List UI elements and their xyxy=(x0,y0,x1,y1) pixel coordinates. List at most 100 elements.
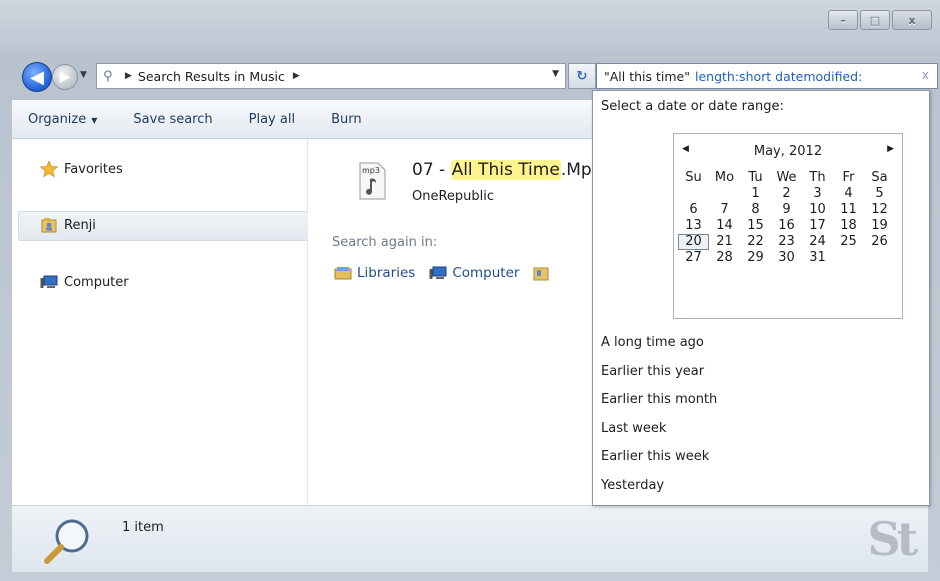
calendar-day[interactable]: 10 xyxy=(802,202,833,218)
navigation-bar: ◀ ▶ ▼ ⚲ ▶ Search Results in Music ▶ ▼ ↻ … xyxy=(12,60,938,92)
calendar-day[interactable]: 23 xyxy=(771,234,802,250)
calendar-day[interactable]: 14 xyxy=(709,218,740,234)
calendar-weekday: Tu xyxy=(748,170,763,185)
crumb-separator-icon[interactable]: ▶ xyxy=(293,71,300,81)
result-file-name[interactable]: 07 - All This Time.Mp xyxy=(412,160,592,180)
refresh-button[interactable]: ↻ xyxy=(568,63,596,89)
date-range-option[interactable]: Last week xyxy=(601,421,666,436)
date-range-option[interactable]: Yesterday xyxy=(601,478,664,493)
computer-icon xyxy=(40,274,58,290)
calendar-day[interactable]: 28 xyxy=(709,250,740,266)
calendar-day[interactable]: 24 xyxy=(802,234,833,250)
calendar-day[interactable]: 21 xyxy=(709,234,740,250)
calendar-day[interactable]: 31 xyxy=(802,250,833,266)
calendar-day[interactable]: 29 xyxy=(740,250,771,266)
search-icon: ⚲ xyxy=(103,69,113,84)
calendar-week-row: 13 14 15 16 17 18 19 xyxy=(678,218,902,234)
calendar-day[interactable]: 12 xyxy=(864,202,895,218)
calendar-week-row: 27 28 29 30 31 xyxy=(678,250,902,266)
search-again-libraries[interactable]: Libraries xyxy=(334,265,415,281)
calendar-day xyxy=(678,186,709,202)
address-crumb[interactable]: Search Results in Music xyxy=(138,69,285,84)
search-again-label: Search again in: xyxy=(332,235,438,250)
address-bar[interactable]: ⚲ ▶ Search Results in Music ▶ ▼ xyxy=(96,63,566,89)
calendar-day[interactable]: 13 xyxy=(678,218,709,234)
calendar-weekday: We xyxy=(776,170,797,185)
next-month-icon[interactable]: ▶ xyxy=(887,144,894,154)
calendar-day[interactable]: 27 xyxy=(678,250,709,266)
search-highlight: All This Time xyxy=(450,160,561,180)
calendar-day[interactable]: 2 xyxy=(771,186,802,202)
sidebar-item-favorites[interactable]: Favorites xyxy=(40,161,123,177)
calendar-day[interactable]: 3 xyxy=(802,186,833,202)
calendar-day[interactable]: 18 xyxy=(833,218,864,234)
calendar-day[interactable]: 25 xyxy=(833,234,864,250)
calendar-day[interactable]: 9 xyxy=(771,202,802,218)
watermark-logo: St xyxy=(867,512,919,566)
calendar-day[interactable]: 8 xyxy=(740,202,771,218)
calendar-weekday-row: Su Mo Tu We Th Fr Sa xyxy=(678,170,902,186)
sidebar-item-label: Renji xyxy=(64,217,96,233)
date-range-option[interactable]: A long time ago xyxy=(601,335,704,350)
calendar-day[interactable]: 22 xyxy=(740,234,771,250)
folder-icon xyxy=(533,265,549,281)
organize-button[interactable]: Organize ▼ xyxy=(12,112,119,127)
calendar-grid: Su Mo Tu We Th Fr Sa 1 2 3 4 5 6 7 8 9 10 11 12 13 14 15 16 17 1… xyxy=(678,170,902,266)
result-artist: OneRepublic xyxy=(412,189,495,204)
calendar-day-today[interactable]: 20 xyxy=(678,234,709,250)
chevron-down-icon: ▼ xyxy=(91,115,98,125)
save-search-button[interactable]: Save search xyxy=(119,112,234,127)
calendar-weekday: Mo xyxy=(714,170,735,185)
forward-button[interactable]: ▶ xyxy=(52,64,78,90)
calendar-day[interactable]: 1 xyxy=(740,186,771,202)
calendar-month-year[interactable]: May, 2012 xyxy=(674,144,902,162)
navigation-pane: Favorites Renji Computer xyxy=(12,139,310,505)
calendar-day[interactable]: 4 xyxy=(833,186,864,202)
search-query: "All this time" xyxy=(604,68,690,84)
calendar-day[interactable]: 26 xyxy=(864,234,895,250)
search-filters: length:short datemodified: xyxy=(695,68,863,84)
calendar-week-row: 20 21 22 23 24 25 26 xyxy=(678,234,902,250)
search-input[interactable]: "All this time" length:short datemodifie… xyxy=(596,63,938,89)
calendar-day[interactable]: 16 xyxy=(771,218,802,234)
calendar-day[interactable]: 7 xyxy=(709,202,740,218)
popup-title: Select a date or date range: xyxy=(601,99,784,114)
window-controls: – □ x xyxy=(828,10,932,30)
sidebar-item-label: Favorites xyxy=(64,161,123,177)
calendar-week-row: 6 7 8 9 10 11 12 xyxy=(678,202,902,218)
calendar-weekday: Th xyxy=(809,170,826,185)
calendar-weekday: Fr xyxy=(842,170,855,185)
sidebar-item-renji[interactable]: Renji xyxy=(40,217,96,233)
calendar-day[interactable]: 11 xyxy=(833,202,864,218)
burn-button[interactable]: Burn xyxy=(317,112,384,127)
sidebar-item-computer[interactable]: Computer xyxy=(40,274,129,290)
calendar-day[interactable]: 30 xyxy=(771,250,802,266)
calendar-day xyxy=(833,250,864,266)
clear-search-icon[interactable]: x xyxy=(922,68,929,82)
close-button[interactable]: x xyxy=(892,10,932,30)
calendar-day[interactable]: 19 xyxy=(864,218,895,234)
search-again-computer[interactable]: Computer xyxy=(429,265,519,281)
calendar-day[interactable]: 15 xyxy=(740,218,771,234)
calendar-day xyxy=(709,186,740,202)
date-range-option[interactable]: Earlier this week xyxy=(601,449,709,464)
calendar-day[interactable]: 5 xyxy=(864,186,895,202)
sidebar-item-label: Computer xyxy=(64,274,129,290)
calendar-day[interactable]: 6 xyxy=(678,202,709,218)
address-dropdown-icon[interactable]: ▼ xyxy=(552,69,559,79)
libraries-icon xyxy=(334,266,352,280)
minimize-button[interactable]: – xyxy=(828,10,858,30)
search-again-locations: Libraries Computer xyxy=(334,265,568,281)
back-button[interactable]: ◀ xyxy=(22,62,52,92)
calendar-day[interactable]: 17 xyxy=(802,218,833,234)
recent-pages-dropdown-icon[interactable]: ▼ xyxy=(80,70,87,80)
date-range-option[interactable]: Earlier this year xyxy=(601,364,704,379)
date-range-option[interactable]: Earlier this month xyxy=(601,392,717,407)
calendar-weekday: Su xyxy=(685,170,702,185)
play-all-button[interactable]: Play all xyxy=(235,112,317,127)
crumb-separator-icon[interactable]: ▶ xyxy=(125,71,132,81)
mp3-file-icon[interactable]: mp3 xyxy=(356,161,388,201)
maximize-button[interactable]: □ xyxy=(860,10,890,30)
date-filter-popup: Select a date or date range: ◀ May, 2012… xyxy=(592,90,930,506)
search-again-custom[interactable] xyxy=(533,265,554,281)
